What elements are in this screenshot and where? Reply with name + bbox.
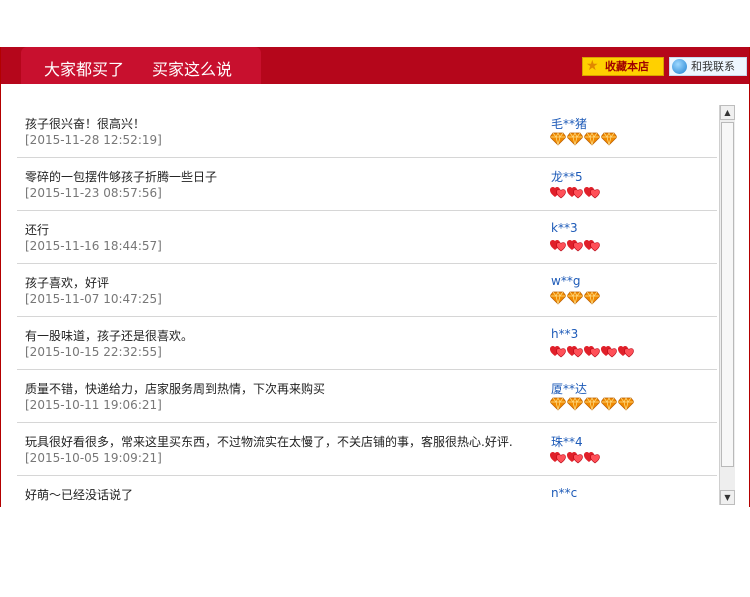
heart-badge-icon [550,346,566,358]
review-comment: 孩子很兴奋！很高兴！ [25,117,146,131]
review-time: [2015-10-11 19:06:21] [25,398,162,412]
diamond-badge-icon [584,397,600,411]
review-row: 质量不错，快递给力，店家服务周到热情，下次再来购买 [2015-10-11 19… [17,370,717,423]
review-time: [2015-11-16 18:44:57] [25,239,162,253]
review-comment: 质量不错，快递给力，店家服务周到热情，下次再来购买 [25,382,326,396]
buyer-credit-badges [550,503,584,505]
review-row: 孩子喜欢，好评 [2015-11-07 10:47:25] w**g [17,264,717,317]
review-comment: 玩具很好看很多，常来这里买东西，不过物流实在太慢了，不关店铺的事，客服很热心.好… [25,435,513,449]
review-time: [2015-11-28 12:52:19] [25,133,162,147]
buyer-name-link[interactable]: 珠**4 [551,433,583,450]
favorite-store-label: 收藏本店 [605,60,649,73]
contact-me-label: 和我联系 [691,60,735,73]
favorite-store-button[interactable]: ★ 收藏本店 [582,57,664,76]
diamond-badge-icon [584,132,600,146]
review-time: [2015-11-07 10:47:25] [25,292,162,306]
review-list-scrollbar[interactable]: ▲ ▼ [719,105,735,505]
buyer-name-link[interactable]: k**3 [551,221,578,235]
review-time: [2015-10-05 19:09:21] [25,451,162,465]
heart-badge-icon [550,240,566,252]
scrollbar-thumb[interactable] [721,122,734,467]
review-comment: 有一股味道，孩子还是很喜欢。 [25,329,194,343]
heart-badge-icon [567,346,583,358]
heart-badge-icon [584,240,600,252]
scroll-up-arrow-icon[interactable]: ▲ [720,105,735,120]
heart-badge-icon [567,452,583,464]
heart-badge-icon [601,346,617,358]
review-row: 玩具很好看很多，常来这里买东西，不过物流实在太慢了，不关店铺的事，客服很热心.好… [17,423,717,476]
review-row: 零碎的一包摆件够孩子折腾一些日子 [2015-11-23 08:57:56] 龙… [17,158,717,211]
tab-everyone-bought[interactable]: 大家都买了 [44,56,124,80]
review-time: [2015-11-23 08:57:56] [25,186,162,200]
buyer-name-link[interactable]: w**g [551,274,580,288]
contact-me-button[interactable]: 和我联系 [669,57,747,76]
buyer-name-link[interactable]: n**c [551,486,577,500]
heart-badge-icon [567,240,583,252]
heart-badge-icon [584,346,600,358]
heart-badge-icon [584,452,600,464]
diamond-badge-icon [618,397,634,411]
tab-buyer-reviews[interactable]: 买家这么说 [152,56,232,80]
review-comment: 零碎的一包摆件够孩子折腾一些日子 [25,170,218,184]
diamond-badge-icon [567,397,583,411]
heart-badge-icon [550,503,566,505]
buyer-credit-badges [550,450,601,464]
buyer-name-link[interactable]: 龙**5 [551,168,583,185]
buyer-credit-badges [550,185,601,199]
diamond-badge-icon [550,397,566,411]
scroll-down-arrow-icon[interactable]: ▼ [720,490,735,505]
diamond-badge-icon [601,397,617,411]
review-comment: 好萌～已经没话说了 [25,488,134,502]
buyer-name-link[interactable]: 厦**达 [551,380,587,397]
tab-bar: 大家都买了 买家这么说 ★ 收藏本店 和我联系 [1,47,749,84]
review-comment: 还行 [25,223,50,237]
diamond-badge-icon [550,291,566,305]
review-row: 还行 [2015-11-16 18:44:57] k**3 [17,211,717,264]
diamond-badge-icon [601,132,617,146]
review-time: [2015-10-15 22:32:55] [25,345,162,359]
diamond-badge-icon [584,291,600,305]
buyer-credit-badges [550,397,635,411]
heart-badge-icon [584,187,600,199]
review-comment: 孩子喜欢，好评 [25,276,110,290]
buyer-credit-badges [550,344,635,358]
buyer-credit-badges [550,291,601,305]
diamond-badge-icon [567,132,583,146]
diamond-badge-icon [550,132,566,146]
buyer-credit-badges [550,238,601,252]
heart-badge-icon [567,503,583,505]
heart-badge-icon [618,346,634,358]
diamond-badge-icon [567,291,583,305]
review-row: 好萌～已经没话说了 n**c [17,476,717,505]
review-list[interactable]: 孩子很兴奋！很高兴！ [2015-11-28 12:52:19] 毛**猪 零碎… [17,105,717,505]
buyer-name-link[interactable]: 毛**猪 [551,115,587,132]
heart-badge-icon [550,187,566,199]
buyer-name-link[interactable]: h**3 [551,327,578,341]
review-row: 有一股味道，孩子还是很喜欢。 [2015-10-15 22:32:55] h**… [17,317,717,370]
star-icon: ★ [586,58,599,74]
chat-face-icon [672,59,687,74]
buyer-credit-badges [550,132,618,146]
heart-badge-icon [550,452,566,464]
heart-badge-icon [567,187,583,199]
review-row: 孩子很兴奋！很高兴！ [2015-11-28 12:52:19] 毛**猪 [17,105,717,158]
